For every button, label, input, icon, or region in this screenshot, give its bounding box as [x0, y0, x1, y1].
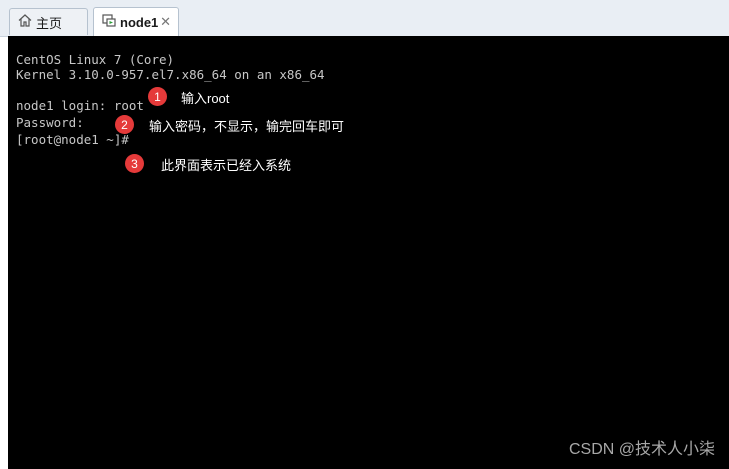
tab-home[interactable]: 主页: [9, 8, 88, 35]
annotation-badge-1: 1: [148, 87, 167, 106]
watermark: CSDN @技术人小柒: [568, 441, 715, 458]
terminal-screen[interactable]: CentOS Linux 7 (Core) Kernel 3.10.0-957.…: [8, 36, 729, 469]
home-icon: [18, 14, 32, 30]
tab-node1-label: node1: [120, 14, 159, 30]
annotation-badge-3: 3: [125, 154, 144, 173]
tab-node1[interactable]: node1 ✕: [93, 7, 179, 36]
terminal-line-prompt: [root@node1 ~]#: [16, 132, 129, 147]
tab-home-label: 主页: [36, 15, 63, 31]
vm-icon: [102, 14, 116, 30]
tab-bar: 主页 node1 ✕: [0, 0, 729, 37]
terminal-line-login: node1 login: root: [16, 98, 144, 113]
annotation-text-2: 输入密码，不显示，输完回车即可: [149, 119, 345, 134]
close-icon[interactable]: ✕: [160, 14, 171, 30]
terminal-line-password: Password:: [16, 115, 84, 130]
terminal-line-kernel: Kernel 3.10.0-957.el7.x86_64 on an x86_6…: [16, 67, 325, 82]
annotation-text-3: 此界面表示已经入系统: [161, 158, 292, 173]
terminal-line-os: CentOS Linux 7 (Core): [16, 52, 175, 67]
annotation-badge-2: 2: [115, 115, 134, 134]
annotation-text-1: 输入root: [181, 91, 230, 106]
